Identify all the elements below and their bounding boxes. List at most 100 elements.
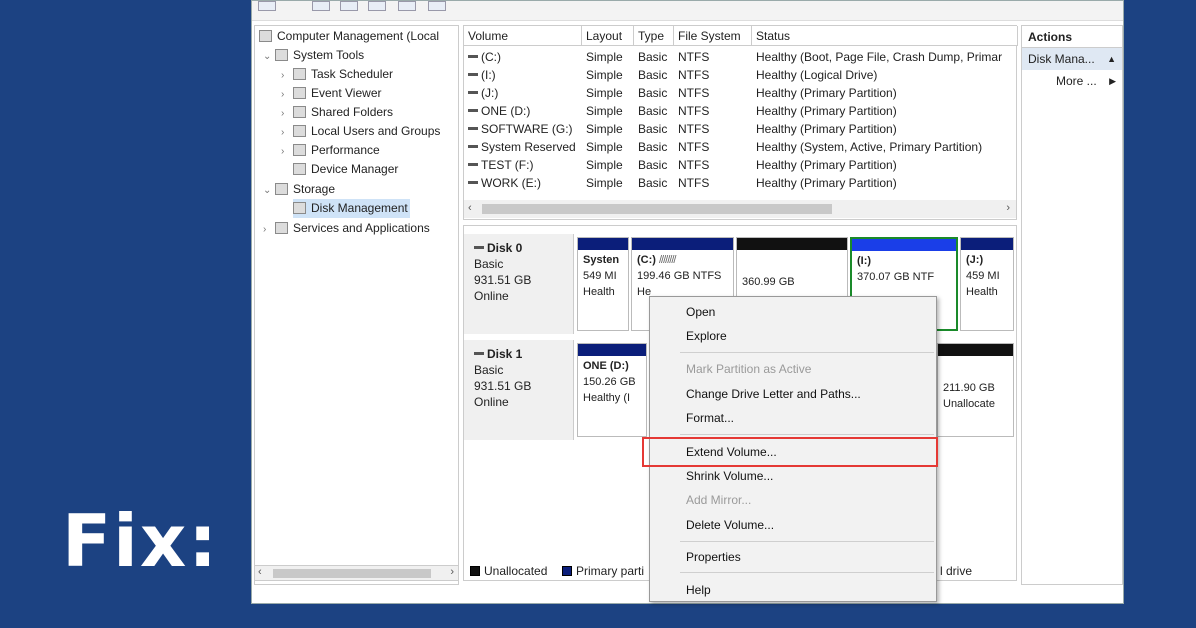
volume-row[interactable]: WORK (E:) Simple Basic NTFS Healthy (Primary… <box>464 174 1018 192</box>
volume-cell: NTFS <box>678 176 710 190</box>
volume-icon <box>468 127 478 130</box>
chevron-right-icon[interactable]: › <box>281 104 293 123</box>
column-header-file-system[interactable]: File System <box>674 26 752 46</box>
storage-icon <box>275 183 288 195</box>
partition-unallocated-disk1[interactable]: 211.90 GB Unallocate <box>937 343 1014 437</box>
chevron-right-icon[interactable]: › <box>281 142 293 161</box>
volume-cell: Healthy (Primary Partition) <box>756 158 897 172</box>
unallocated-swatch <box>470 566 480 576</box>
tree-item-local-users[interactable]: › Local Users and Groups <box>281 122 440 141</box>
tree-item-performance[interactable]: › Performance <box>281 141 380 160</box>
volume-row[interactable]: (I:) Simple Basic NTFS Healthy (Logical Driv… <box>464 66 1018 84</box>
menu-separator <box>680 352 934 353</box>
partition-system-reserved[interactable]: Systen 549 MI Health <box>577 237 629 331</box>
volume-row[interactable]: (C:) Simple Basic NTFS Healthy (Boot, Page F… <box>464 48 1018 66</box>
device-manager-icon <box>293 163 306 175</box>
volume-row[interactable]: TEST (F:) Simple Basic NTFS Healthy (Primary… <box>464 156 1018 174</box>
tree-item-task-scheduler[interactable]: › Task Scheduler <box>281 65 393 84</box>
disk-icon <box>293 202 306 214</box>
volume-cell: TEST (F:) <box>468 156 533 174</box>
column-header-type[interactable]: Type <box>634 26 674 46</box>
actions-more[interactable]: More ... ▶ <box>1022 70 1122 92</box>
chevron-down-icon[interactable]: ⌄ <box>263 47 275 66</box>
properties-icon[interactable] <box>428 1 446 11</box>
tree-item-system-tools[interactable]: ⌄ System Tools <box>263 46 364 65</box>
chevron-right-icon[interactable]: › <box>281 123 293 142</box>
disk-0-info[interactable]: Disk 0 Basic 931.51 GB Online <box>464 234 574 334</box>
actions-disk-management[interactable]: Disk Mana... ▲ <box>1022 48 1122 70</box>
chevron-right-icon[interactable]: › <box>281 66 293 85</box>
volume-cell: Healthy (Primary Partition) <box>756 104 897 118</box>
volume-cell: NTFS <box>678 122 710 136</box>
folder-icon[interactable] <box>312 1 330 11</box>
volume-cell: Healthy (Primary Partition) <box>756 122 897 136</box>
partition-j[interactable]: (J:) 459 MI Health <box>960 237 1014 331</box>
chevron-right-icon[interactable]: › <box>263 220 275 239</box>
back-icon[interactable] <box>258 1 276 11</box>
chevron-down-icon[interactable]: ⌄ <box>263 181 275 200</box>
disk-1-info[interactable]: Disk 1 Basic 931.51 GB Online <box>464 340 574 440</box>
chevron-right-icon[interactable]: › <box>281 85 293 104</box>
partition-one-d[interactable]: ONE (D:) 150.26 GB Healthy (I <box>577 343 647 437</box>
volume-row[interactable]: ONE (D:) Simple Basic NTFS Healthy (Primary … <box>464 102 1018 120</box>
volume-row[interactable]: System Reserved Simple Basic NTFS Healthy (S… <box>464 138 1018 156</box>
scrollbar-thumb[interactable] <box>482 204 832 214</box>
menu-item-change-drive-letter[interactable]: Change Drive Letter and Paths... <box>686 384 861 404</box>
volume-cell: NTFS <box>678 158 710 172</box>
primary-swatch <box>562 566 572 576</box>
volume-cell: Healthy (Primary Partition) <box>756 86 897 100</box>
menu-item-mark-active: Mark Partition as Active <box>686 362 812 376</box>
volume-cell: SOFTWARE (G:) <box>468 120 573 138</box>
volume-cell: Basic <box>638 86 668 100</box>
volume-cell: Simple <box>586 104 623 118</box>
tree-item-shared-folders[interactable]: › Shared Folders <box>281 103 393 122</box>
volume-cell: WORK (E:) <box>468 174 541 192</box>
volume-cell: (I:) <box>468 66 496 84</box>
column-header-status[interactable]: Status <box>752 26 1018 46</box>
volume-row[interactable]: (J:) Simple Basic NTFS Healthy (Primary Part… <box>464 84 1018 102</box>
column-header-layout[interactable]: Layout <box>582 26 634 46</box>
volume-icon <box>468 163 478 166</box>
help-icon[interactable] <box>368 1 386 11</box>
volume-cell: NTFS <box>678 86 710 100</box>
tree-item-services-apps[interactable]: › Services and Applications <box>263 219 430 238</box>
scroll-left-icon[interactable]: ‹ <box>258 566 262 578</box>
scroll-left-icon[interactable]: ‹ <box>468 202 472 214</box>
volume-cell: NTFS <box>678 104 710 118</box>
volume-list-scrollbar[interactable]: ‹ › <box>464 200 1016 218</box>
disk-type: Basic <box>474 363 504 377</box>
partition-bar <box>578 344 646 356</box>
scroll-right-icon[interactable]: › <box>450 566 454 578</box>
volume-cell: Basic <box>638 122 668 136</box>
view-icon[interactable] <box>398 1 416 11</box>
volume-cell: Simple <box>586 68 623 82</box>
toolbar <box>252 1 1123 21</box>
tools-icon <box>275 49 288 61</box>
console-tree: Computer Management (Local ⌄ System Tools… <box>254 25 459 585</box>
event-viewer-icon <box>293 87 306 99</box>
console-icon[interactable] <box>340 1 358 11</box>
tree-horizontal-scrollbar[interactable]: ‹ › <box>254 565 459 581</box>
menu-item-format[interactable]: Format... <box>686 408 734 428</box>
column-header-volume[interactable]: Volume <box>464 26 582 46</box>
tree-item-computer-management[interactable]: Computer Management (Local <box>259 27 439 46</box>
tree-item-storage[interactable]: ⌄ Storage <box>263 180 335 199</box>
menu-item-open[interactable]: Open <box>686 302 715 322</box>
tree-item-event-viewer[interactable]: › Event Viewer <box>281 84 381 103</box>
computer-icon <box>259 30 272 42</box>
tree-item-disk-management[interactable]: Disk Management <box>293 199 410 218</box>
volume-cell: NTFS <box>678 50 710 64</box>
volume-icon <box>468 91 478 94</box>
scroll-right-icon[interactable]: › <box>1006 202 1010 214</box>
volume-cell: (J:) <box>468 84 498 102</box>
partition-bar <box>961 238 1013 250</box>
menu-item-properties[interactable]: Properties <box>686 547 741 567</box>
volume-row[interactable]: SOFTWARE (G:) Simple Basic NTFS Healthy (Pri… <box>464 120 1018 138</box>
menu-item-delete-volume[interactable]: Delete Volume... <box>686 515 774 535</box>
tree-item-device-manager[interactable]: Device Manager <box>293 160 398 179</box>
scrollbar-thumb[interactable] <box>273 569 431 578</box>
menu-item-help[interactable]: Help <box>686 580 711 600</box>
menu-item-shrink-volume[interactable]: Shrink Volume... <box>686 466 773 486</box>
collapse-icon[interactable]: ▲ <box>1107 48 1116 70</box>
menu-item-explore[interactable]: Explore <box>686 326 727 346</box>
